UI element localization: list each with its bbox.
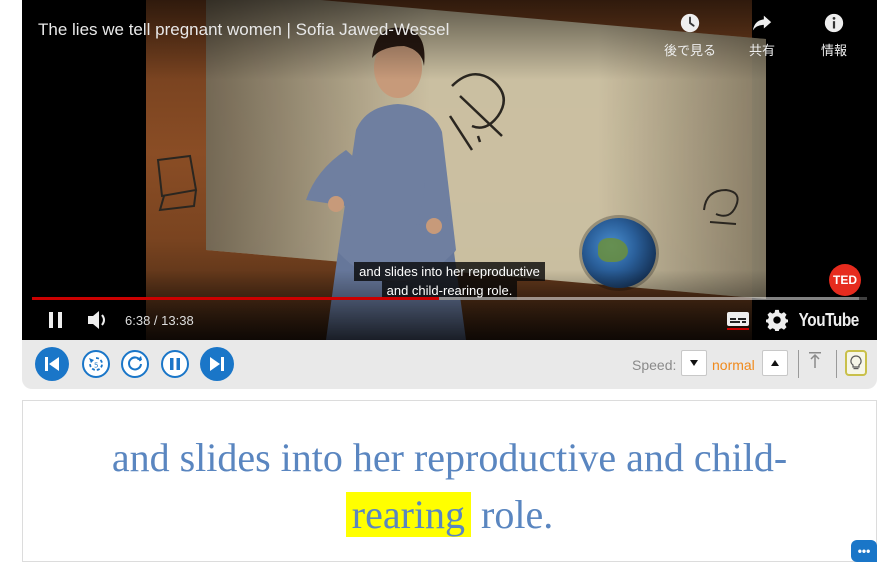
chat-button[interactable]: •••: [851, 540, 877, 562]
doodle-drawing: [703, 188, 739, 225]
divider: [798, 350, 799, 378]
share-label: 共有: [748, 43, 775, 58]
skip-next-icon: [210, 357, 224, 371]
previous-sentence-button[interactable]: [35, 347, 69, 381]
gear-icon: [766, 309, 788, 331]
video-player[interactable]: The lies we tell pregnant women | Sofia …: [22, 0, 877, 340]
player-control-bar: 5 Speed: normal: [22, 340, 877, 389]
sentence-text-after[interactable]: role.: [481, 492, 553, 537]
pause-icon: [170, 358, 180, 370]
subtitles-icon: [727, 312, 749, 330]
divider: [836, 350, 837, 378]
skip-previous-icon: [45, 357, 59, 371]
speed-down-button[interactable]: [681, 350, 707, 376]
clock-icon: [680, 13, 700, 33]
caption-line-1: and slides into her reproductive: [354, 262, 545, 281]
caret-up-icon: [771, 360, 779, 366]
sentence-text-before[interactable]: and slides into her reproductive and chi…: [112, 435, 787, 480]
speed-label: Speed:: [632, 357, 677, 373]
share-button[interactable]: 共有: [733, 12, 791, 59]
repeat-button[interactable]: [121, 350, 149, 378]
video-caption: and slides into her reproductive and chi…: [22, 262, 877, 300]
volume-icon: [88, 311, 105, 329]
progress-bar[interactable]: [32, 297, 867, 300]
scroll-to-top-button[interactable]: [808, 351, 822, 374]
settings-button[interactable]: [766, 307, 788, 333]
caret-down-icon: [690, 360, 698, 366]
speed-value: normal: [712, 357, 755, 373]
pause-playback-button[interactable]: [161, 350, 189, 378]
watch-later-button[interactable]: 後で見る: [661, 12, 719, 59]
pause-button[interactable]: [46, 307, 66, 333]
video-title[interactable]: The lies we tell pregnant women | Sofia …: [38, 20, 449, 40]
repeat-icon: [128, 356, 142, 371]
transcript-panel: and slides into her reproductive and chi…: [22, 400, 877, 562]
subtitles-button[interactable]: [726, 307, 750, 333]
speed-up-button[interactable]: [762, 350, 788, 376]
doodle-drawing: [156, 154, 198, 212]
rewind-5-icon: 5: [89, 357, 103, 371]
time-display: 6:38 / 13:38: [125, 312, 194, 328]
info-icon: [824, 13, 844, 33]
current-sentence: and slides into her reproductive and chi…: [43, 429, 856, 543]
hint-button[interactable]: [845, 350, 867, 376]
highlighted-word[interactable]: rearing: [345, 492, 472, 537]
arrow-up-bar-icon: [809, 352, 821, 368]
progress-played: [32, 297, 439, 300]
info-label: 情報: [820, 43, 847, 58]
info-button[interactable]: 情報: [805, 12, 863, 59]
share-icon: [752, 15, 772, 31]
video-top-actions: 後で見る 共有 情報: [661, 12, 863, 59]
lightbulb-icon: [850, 355, 862, 370]
rewind-5-button[interactable]: 5: [82, 350, 110, 378]
svg-text:5: 5: [94, 362, 98, 370]
watch-later-label: 後で見る: [663, 43, 716, 58]
volume-button[interactable]: [86, 307, 110, 333]
next-sentence-button[interactable]: [200, 347, 234, 381]
youtube-logo[interactable]: YouTube: [799, 310, 860, 331]
pause-icon: [49, 312, 62, 328]
ted-logo: TED: [829, 264, 861, 296]
